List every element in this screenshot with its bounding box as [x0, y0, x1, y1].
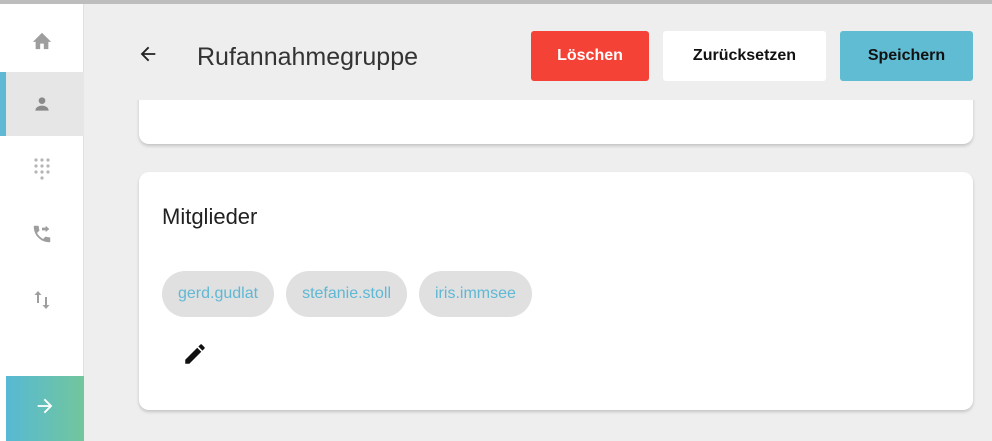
sidebar-item-call-forwarding[interactable]	[0, 202, 84, 266]
sidebar-item-users[interactable]	[0, 72, 84, 136]
phone-forward-icon	[31, 223, 53, 245]
sidebar-item-dialpad[interactable]	[0, 138, 84, 202]
member-chip[interactable]: iris.immsee	[419, 271, 532, 317]
page-title: Rufannahmegruppe	[197, 43, 418, 71]
sidebar-item-transfer[interactable]	[0, 268, 84, 332]
top-divider	[0, 0, 992, 4]
member-chip[interactable]: gerd.gudlat	[162, 271, 275, 317]
page-header: Rufannahmegruppe Löschen Zurücksetzen Sp…	[84, 4, 992, 100]
member-chip[interactable]: stefanie.stoll	[286, 271, 407, 317]
members-title: Mitglieder	[162, 204, 258, 229]
pencil-icon	[182, 341, 208, 372]
swap-vert-icon	[33, 289, 51, 311]
dialpad-icon	[32, 157, 52, 183]
sidebar-expand-button[interactable]	[6, 376, 84, 441]
save-button[interactable]: Speichern	[840, 31, 973, 81]
person-icon	[32, 94, 52, 114]
home-icon	[31, 30, 53, 50]
back-button[interactable]	[134, 42, 162, 70]
sidebar	[0, 4, 84, 441]
arrow-left-icon	[137, 43, 159, 70]
members-card: Mitglieder gerd.gudlat stefanie.stoll ir…	[139, 172, 973, 410]
member-chip-list: gerd.gudlat stefanie.stoll iris.immsee	[162, 271, 532, 317]
edit-members-button[interactable]	[179, 340, 211, 372]
sidebar-item-home[interactable]	[0, 8, 84, 72]
arrow-right-icon	[34, 395, 56, 422]
delete-button[interactable]: Löschen	[531, 31, 649, 81]
reset-button[interactable]: Zurücksetzen	[663, 31, 826, 81]
